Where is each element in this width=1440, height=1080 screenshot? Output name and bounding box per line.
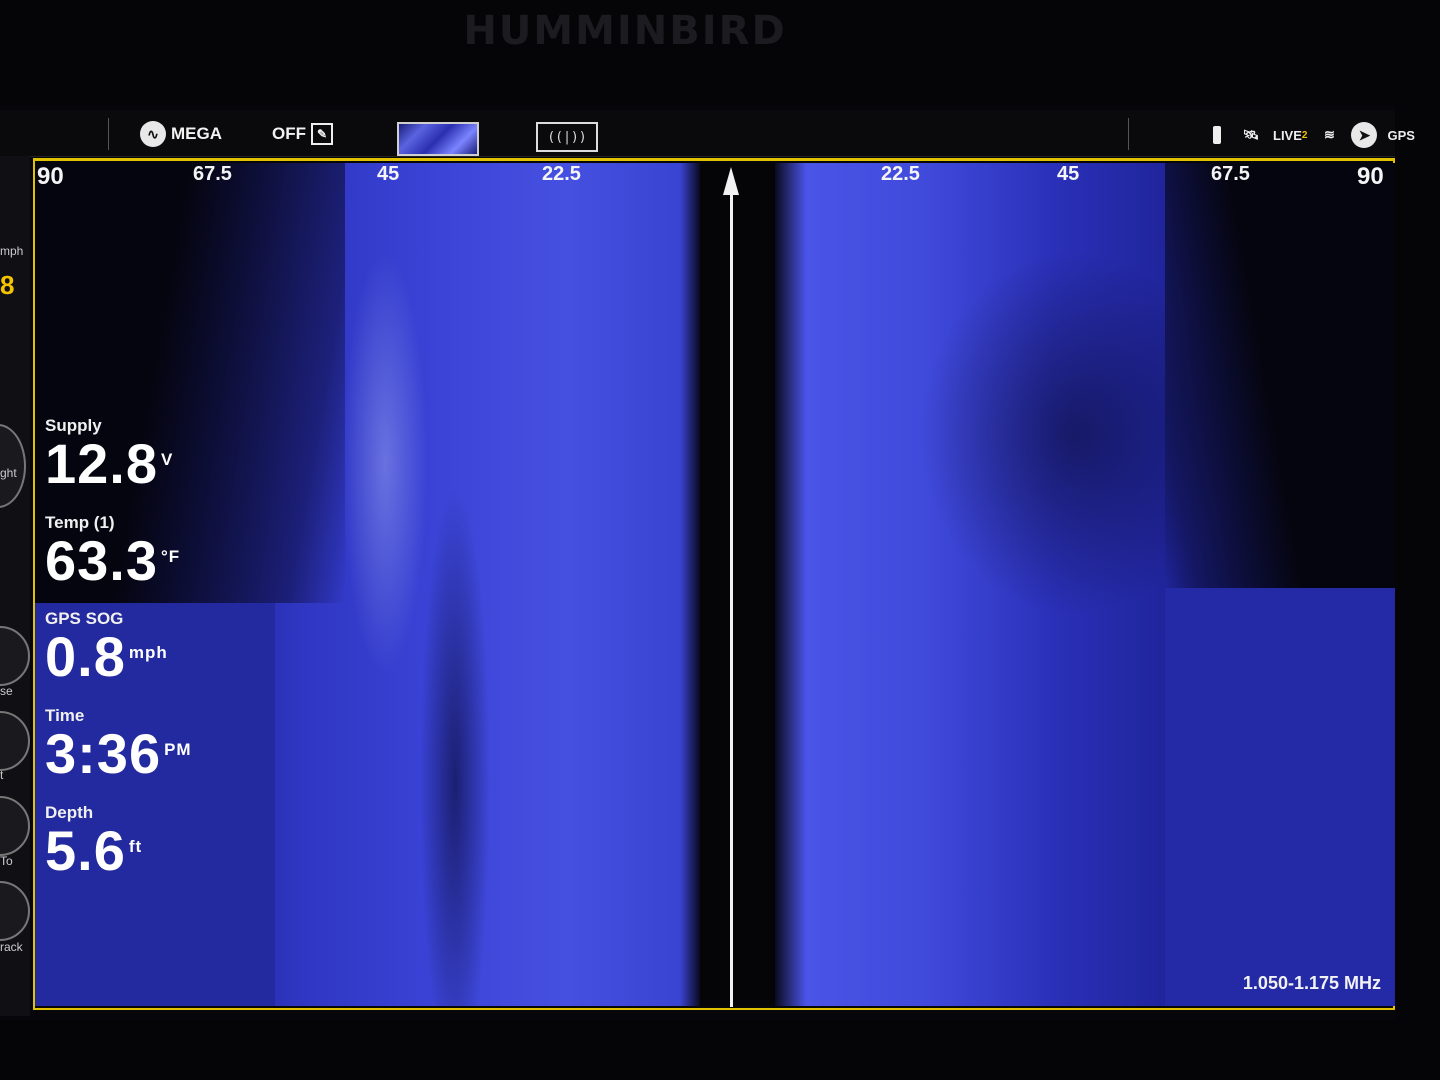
side-button[interactable]	[0, 626, 30, 686]
gps-sog-readout: GPS SOG 0.8 mph	[45, 609, 168, 685]
battery-icon	[1205, 122, 1229, 148]
readout-value: 3:36 PM	[45, 722, 192, 785]
mega-button[interactable]: ∿ MEGA	[140, 120, 222, 148]
range-label: 22.5	[542, 163, 581, 185]
sonar-water-column	[1165, 588, 1395, 1006]
range-label: 90	[1357, 163, 1384, 190]
status-icons: 🛰 LIVE 2 ≋ ➤ GPS	[1205, 122, 1415, 148]
range-label: 45	[377, 163, 400, 185]
menu-label: t	[0, 768, 4, 782]
range-label: 67.5	[193, 163, 232, 185]
side-button[interactable]	[0, 796, 30, 856]
frequency-label: 1.050-1.175 MHz	[1242, 973, 1381, 993]
divider	[1128, 118, 1129, 150]
depth-readout: Depth 5.6 ft	[45, 803, 142, 879]
navigation-arrow-icon: ➤	[1351, 122, 1378, 148]
pulse-icon: ∿	[140, 121, 166, 147]
readout-value: 12.8 V	[45, 432, 174, 495]
temperature-readout: Temp (1) 63.3 °F	[45, 513, 180, 589]
range-label: 90	[37, 163, 64, 190]
menu-label: se	[0, 684, 13, 698]
center-channel	[700, 163, 775, 1006]
brand-logo: HUMMINBIRD	[463, 8, 787, 54]
range-label: 22.5	[881, 163, 920, 185]
menu-label: rack	[0, 940, 23, 954]
live-status: LIVE 2	[1273, 122, 1307, 148]
supply-readout: Supply 12.8 V	[45, 416, 173, 492]
status-bar: ∿ MEGA OFF ✎ ((|)) 🛰 LIVE 2 ≋ ➤ GPS	[0, 110, 1415, 157]
range-label: 45	[1057, 163, 1080, 185]
live-badge: 2	[1301, 129, 1308, 141]
right-side-scan	[775, 163, 1395, 1006]
range-label: 67.5	[1211, 163, 1250, 185]
mega-label: MEGA	[171, 124, 222, 143]
edit-icon: ✎	[311, 123, 333, 145]
readout-value: 63.3 °F	[45, 529, 181, 592]
time-readout: Time 3:36 PM	[45, 706, 192, 782]
side-imaging-view[interactable]: 90 67.5 45 22.5 22.5 45 67.5 90 Supply 1…	[33, 158, 1395, 1010]
transducer-icon[interactable]: ((|))	[536, 122, 598, 152]
gps-icon: GPS	[1387, 127, 1415, 143]
live-label: LIVE	[1273, 127, 1302, 143]
sonar-view-thumbnail[interactable]	[397, 122, 479, 156]
track-button[interactable]	[0, 881, 30, 941]
divider	[108, 118, 109, 150]
boat-track-line	[730, 179, 733, 1007]
boat-position-marker	[723, 167, 739, 195]
menu-label: To	[0, 854, 13, 868]
readout-value: 5.6 ft	[45, 819, 143, 882]
side-menu-strip: mph 8 ght se t To rack	[0, 156, 30, 1016]
speed-unit-partial: mph	[0, 244, 24, 258]
sonar-shadow	[1165, 163, 1395, 588]
speed-value-partial: 8	[0, 270, 15, 300]
overlay-toggle-button[interactable]: OFF ✎	[272, 120, 333, 148]
side-button[interactable]	[0, 711, 30, 771]
satellite-icon: 🛰	[1242, 127, 1260, 142]
readout-value: 0.8 mph	[45, 625, 168, 688]
off-label: OFF	[272, 124, 306, 143]
menu-label: ght	[0, 466, 17, 480]
sonar-layers-icon: ≋	[1324, 127, 1335, 142]
